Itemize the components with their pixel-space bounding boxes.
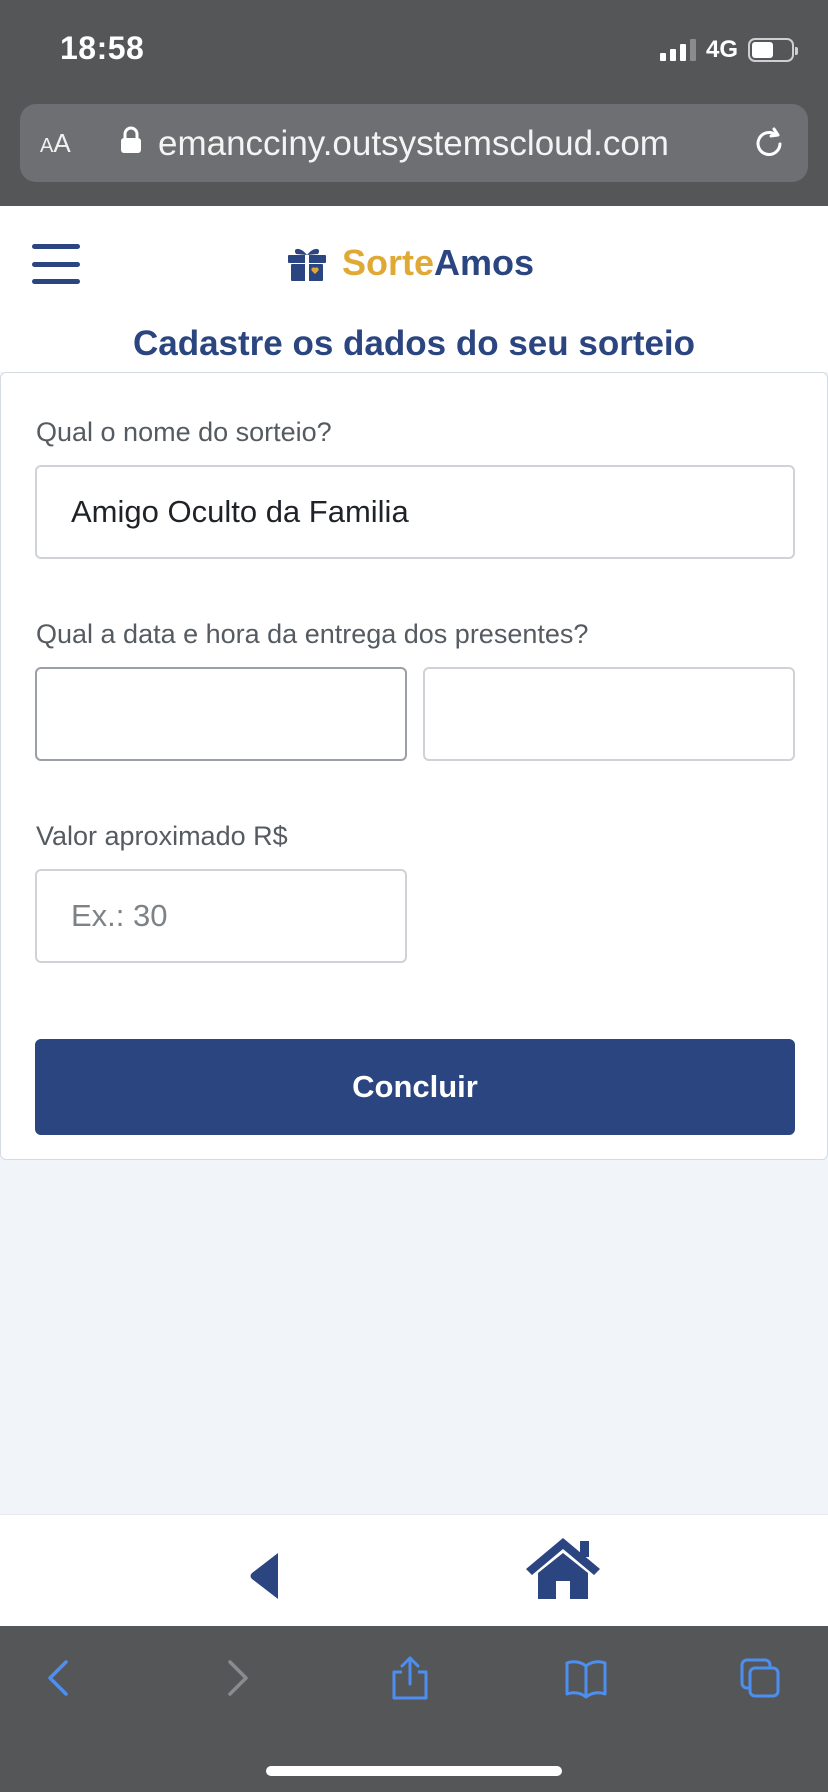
house-icon[interactable] xyxy=(524,1535,602,1601)
amount-label: Valor aproximado R$ xyxy=(36,821,288,851)
battery-icon xyxy=(748,38,798,62)
brand-name: SorteAmos xyxy=(342,242,535,283)
name-label: Qual o nome do sorteio? xyxy=(36,417,332,447)
triangle-left-icon[interactable] xyxy=(248,1551,280,1601)
brand-logo[interactable]: SorteAmos xyxy=(286,242,534,284)
app-header: SorteAmos Cadastre os dados do seu sorte… xyxy=(0,206,828,372)
hamburger-icon[interactable] xyxy=(32,244,80,284)
date-input[interactable] xyxy=(35,667,407,761)
forward-icon[interactable] xyxy=(214,1656,258,1700)
name-input[interactable]: Amigo Oculto da Familia xyxy=(35,465,795,559)
amount-input[interactable]: Ex.: 30 xyxy=(35,869,407,963)
bookmarks-icon[interactable] xyxy=(564,1656,608,1700)
home-indicator xyxy=(266,1766,562,1776)
browser-bottom-bar xyxy=(0,1626,828,1792)
back-icon[interactable] xyxy=(38,1656,82,1700)
bottom-nav xyxy=(0,1514,828,1632)
status-indicators: 4G xyxy=(659,36,798,64)
status-time: 18:58 xyxy=(60,30,145,66)
share-icon[interactable] xyxy=(388,1656,432,1700)
browser-top-bar: 18:58 4G AA emancciny.outsystemscloud.co… xyxy=(0,0,828,206)
lock-icon xyxy=(121,126,141,153)
submit-button[interactable]: Concluir xyxy=(35,1039,795,1135)
form-card: Qual o nome do sorteio? Amigo Oculto da … xyxy=(0,372,828,1160)
app-content: SorteAmos Cadastre os dados do seu sorte… xyxy=(0,206,828,1632)
text-size-button[interactable]: AA xyxy=(40,128,71,159)
signal-icon xyxy=(659,39,696,61)
time-input[interactable] xyxy=(423,667,795,761)
reload-icon[interactable] xyxy=(750,124,788,162)
gift-icon xyxy=(288,248,326,281)
url-text[interactable]: emancciny.outsystemscloud.com xyxy=(158,124,740,164)
date-label: Qual a data e hora da entrega dos presen… xyxy=(36,619,589,649)
address-bar[interactable]: AA emancciny.outsystemscloud.com xyxy=(20,104,808,182)
tabs-icon[interactable] xyxy=(738,1656,782,1700)
page-title: Cadastre os dados do seu sorteio xyxy=(132,324,696,363)
network-type: 4G xyxy=(705,36,738,63)
